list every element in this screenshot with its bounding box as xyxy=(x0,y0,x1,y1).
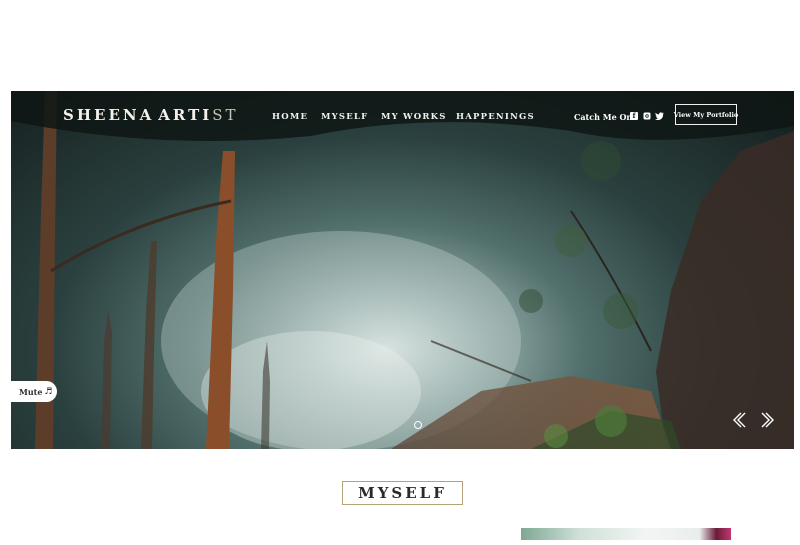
myself-image-preview xyxy=(521,528,731,540)
nav-happenings[interactable]: HAPPENINGS xyxy=(456,112,535,122)
brand-word-2-tail: ST xyxy=(212,106,239,124)
brand-logo[interactable]: SHEENA ARTIST xyxy=(63,106,239,124)
hero-slider xyxy=(11,91,794,449)
prev-arrow-icon[interactable] xyxy=(732,412,746,432)
section-title-myself: MYSELF xyxy=(342,481,463,505)
mute-button[interactable]: Mute ♬ xyxy=(11,381,57,402)
hero-painting xyxy=(11,91,794,449)
nav-my-works[interactable]: MY WORKS xyxy=(381,112,447,122)
next-arrow-icon[interactable] xyxy=(761,412,775,432)
slide-dot[interactable] xyxy=(414,421,422,429)
facebook-icon[interactable]: f xyxy=(630,112,638,120)
twitter-icon[interactable] xyxy=(655,112,664,121)
view-portfolio-button[interactable]: View My Portfolio xyxy=(674,104,738,125)
brand-word-1: SHEENA xyxy=(63,106,155,124)
brand-word-2: ARTI xyxy=(158,106,213,124)
instagram-icon[interactable] xyxy=(643,112,651,120)
nav-myself[interactable]: MYSELF xyxy=(321,112,368,122)
mute-label: Mute xyxy=(19,386,43,397)
nav-home[interactable]: HOME xyxy=(272,112,308,122)
social-label: Catch Me On : xyxy=(574,112,638,122)
music-note-icon: ♬ xyxy=(44,386,53,397)
